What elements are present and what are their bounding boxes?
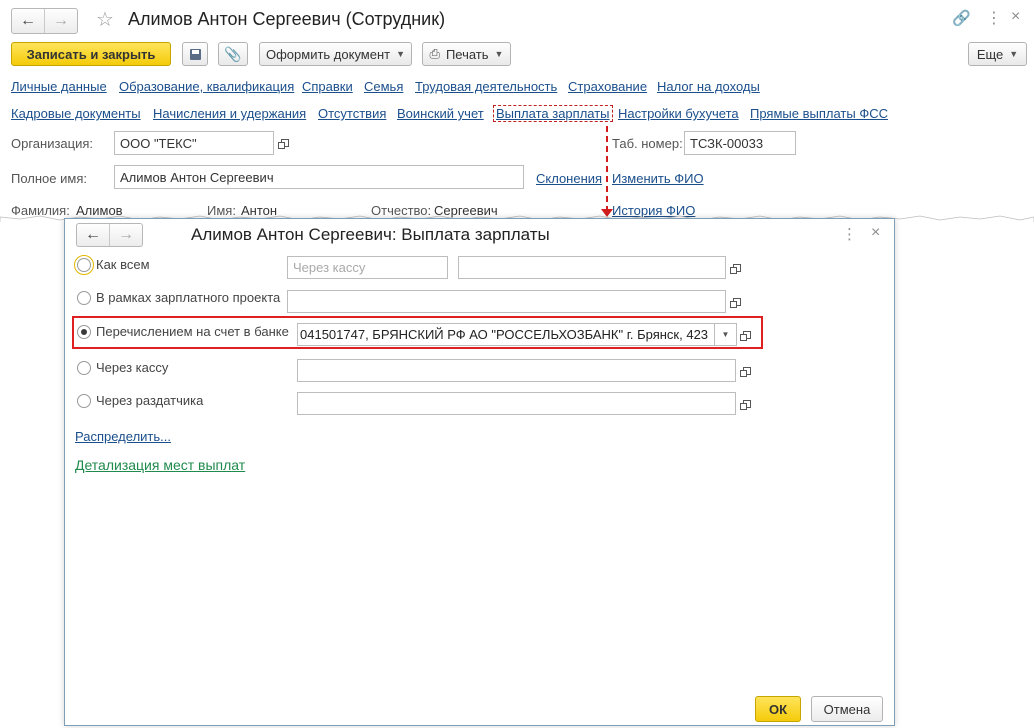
nav-history-group: ← → <box>11 8 78 34</box>
distributor-field[interactable] <box>297 392 736 415</box>
open-form-icon <box>740 399 751 410</box>
open-distributor-button[interactable] <box>736 392 758 415</box>
radio-label-salary-project: В рамках зарплатного проекта <box>96 290 281 305</box>
fullname-label: Полное имя: <box>11 171 87 186</box>
close-icon[interactable]: × <box>871 224 880 242</box>
pointer-arrow-line <box>606 126 608 212</box>
link-accounting-settings[interactable]: Настройки бухучета <box>618 106 739 121</box>
link-absences[interactable]: Отсутствия <box>318 106 386 121</box>
cancel-button[interactable]: Отмена <box>811 696 883 722</box>
bank-dropdown-button[interactable]: ▼ <box>715 323 737 346</box>
dropdown-caret-icon: ▼ <box>1009 49 1019 59</box>
radio-label-like-everyone: Как всем <box>96 257 150 272</box>
link-insurance[interactable]: Страхование <box>568 79 647 94</box>
declension-link[interactable]: Склонения <box>536 171 602 186</box>
window-title: Алимов Антон Сергеевич (Сотрудник) <box>128 9 446 29</box>
favorite-star-icon[interactable]: ☆ <box>96 7 114 32</box>
open-organization-button[interactable] <box>274 131 296 155</box>
printer-icon: ⎙ <box>429 46 440 61</box>
fullname-field[interactable]: Алимов Антон Сергеевич <box>114 165 524 189</box>
open-form-icon <box>730 297 741 308</box>
cash-desk-field[interactable] <box>297 359 736 382</box>
like-everyone-extra-field[interactable] <box>458 256 726 279</box>
link-work-history[interactable]: Трудовая деятельность <box>415 79 557 94</box>
tab-number-label: Таб. номер: <box>612 136 683 151</box>
radio-cash-desk[interactable] <box>77 361 91 375</box>
pointer-arrow-head <box>601 209 613 217</box>
link-accruals[interactable]: Начисления и удержания <box>153 106 306 121</box>
open-form-icon <box>730 263 741 274</box>
forward-arrow-icon[interactable]: → <box>109 224 142 246</box>
open-form-icon <box>740 366 751 377</box>
bank-account-value: 041501747, БРЯНСКИЙ РФ АО "РОССЕЛЬХОЗБАН… <box>300 327 709 342</box>
fullname-value: Алимов Антон Сергеевич <box>120 169 274 185</box>
dropdown-caret-icon: ▼ <box>721 330 730 339</box>
attach-button[interactable]: 📎 <box>218 42 248 66</box>
tab-number-value: ТСЗК-00033 <box>690 135 764 151</box>
salary-payment-dialog: ← → Алимов Антон Сергеевич: Выплата зарп… <box>64 218 895 726</box>
link-income-tax[interactable]: Налог на доходы <box>657 79 760 94</box>
link-icon[interactable]: 🔗 <box>952 9 971 27</box>
dropdown-caret-icon: ▼ <box>494 49 504 59</box>
dialog-title: Алимов Антон Сергеевич: Выплата зарплаты <box>191 225 550 244</box>
open-form-icon <box>740 330 751 341</box>
open-like-everyone-button[interactable] <box>726 256 748 279</box>
link-education[interactable]: Образование, квалификация <box>119 79 294 94</box>
radio-salary-project[interactable] <box>77 291 91 305</box>
link-salary-payment[interactable]: Выплата зарплаты <box>493 105 613 122</box>
more-vert-icon[interactable]: ⋮ <box>842 225 857 243</box>
tab-number-field[interactable]: ТСЗК-00033 <box>684 131 796 155</box>
link-family[interactable]: Семья <box>364 79 403 94</box>
make-document-button[interactable]: Оформить документ ▼ <box>259 42 412 66</box>
floppy-disk-icon <box>189 48 201 60</box>
link-military[interactable]: Воинский учет <box>397 106 484 121</box>
radio-label-bank-transfer: Перечислением на счет в банке <box>96 324 289 339</box>
radio-distributor[interactable] <box>77 394 91 408</box>
link-personal-data[interactable]: Личные данные <box>11 79 107 94</box>
more-vert-icon[interactable]: ⋮ <box>986 8 1002 28</box>
forward-arrow-icon[interactable]: → <box>44 9 77 33</box>
save-button[interactable] <box>182 42 208 66</box>
link-fss-payments[interactable]: Прямые выплаты ФСС <box>750 106 888 121</box>
open-salary-project-button[interactable] <box>726 290 748 313</box>
payment-places-detail-link[interactable]: Детализация мест выплат <box>75 457 245 473</box>
back-arrow-icon[interactable]: ← <box>12 9 44 33</box>
more-button[interactable]: Еще ▼ <box>968 42 1027 66</box>
back-arrow-icon[interactable]: ← <box>77 224 109 246</box>
organization-label: Организация: <box>11 136 94 151</box>
open-form-icon <box>278 139 289 149</box>
link-hr-documents[interactable]: Кадровые документы <box>11 106 141 121</box>
radio-label-cash-desk: Через кассу <box>96 360 169 375</box>
radio-bank-transfer[interactable] <box>77 325 91 339</box>
bank-account-field[interactable]: 041501747, БРЯНСКИЙ РФ АО "РОССЕЛЬХОЗБАН… <box>297 323 715 346</box>
link-certificates[interactable]: Справки <box>302 79 353 94</box>
like-everyone-kassa-field[interactable]: Через кассу <box>287 256 448 279</box>
change-fio-link[interactable]: Изменить ФИО <box>612 171 704 186</box>
distribute-link[interactable]: Распределить... <box>75 429 171 444</box>
print-button[interactable]: ⎙ Печать ▼ <box>422 42 511 66</box>
employee-window: ← → ☆ Алимов Антон Сергеевич (Сотрудник)… <box>0 0 1034 222</box>
open-bank-account-button[interactable] <box>736 323 758 346</box>
radio-label-distributor: Через раздатчика <box>96 393 204 408</box>
organization-field[interactable]: ООО "ТЕКС" <box>114 131 274 155</box>
kassa-placeholder: Через кассу <box>293 260 366 275</box>
organization-value: ООО "ТЕКС" <box>120 135 197 151</box>
save-and-close-button[interactable]: Записать и закрыть <box>11 42 171 66</box>
paperclip-icon: 📎 <box>224 45 242 62</box>
dialog-nav-group: ← → <box>76 223 143 247</box>
ok-button[interactable]: ОК <box>755 696 801 722</box>
salary-project-field[interactable] <box>287 290 726 313</box>
dropdown-caret-icon: ▼ <box>396 49 406 59</box>
open-cash-desk-button[interactable] <box>736 359 758 382</box>
close-icon[interactable]: × <box>1011 8 1020 26</box>
radio-like-everyone[interactable] <box>74 255 94 275</box>
